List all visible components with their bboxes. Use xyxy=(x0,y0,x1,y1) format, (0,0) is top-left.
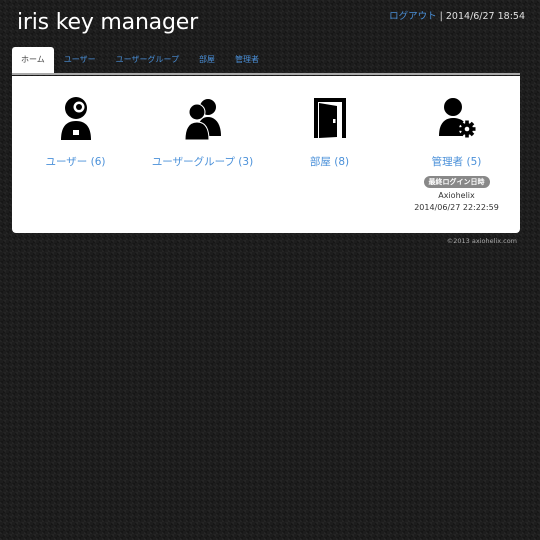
card-admins: 管理者 (5) 最終ログイン日時 Axiohelix 2014/06/27 22… xyxy=(393,76,520,212)
logout-link[interactable]: ログアウト xyxy=(389,11,437,22)
last-login-user: Axiohelix xyxy=(438,191,475,200)
user-id-icon[interactable] xyxy=(56,96,96,140)
tab-users[interactable]: ユーザー xyxy=(54,47,106,73)
topbar-separator: | xyxy=(436,11,446,22)
app-title: iris key manager xyxy=(17,10,198,35)
main-nav-tabs: ホーム ユーザー ユーザーグループ 部屋 管理者 xyxy=(12,47,520,75)
card-users-label[interactable]: ユーザー (6) xyxy=(12,154,139,169)
user-group-icon[interactable] xyxy=(183,96,223,140)
tab-admins[interactable]: 管理者 xyxy=(225,47,269,73)
card-user-groups-label[interactable]: ユーザーグループ (3) xyxy=(139,154,266,169)
last-login-badge: 最終ログイン日時 xyxy=(423,176,490,188)
card-users: ユーザー (6) xyxy=(12,76,139,169)
dashboard-panel: ユーザー (6) ユーザーグループ (3) 部屋 (8) 管理者 (5) 最終ロ… xyxy=(12,76,520,233)
door-icon[interactable] xyxy=(310,96,350,140)
admin-gear-icon[interactable] xyxy=(437,96,477,140)
card-rooms-label[interactable]: 部屋 (8) xyxy=(266,154,393,169)
card-user-groups: ユーザーグループ (3) xyxy=(139,76,266,169)
tab-rooms[interactable]: 部屋 xyxy=(189,47,225,73)
tab-user-groups[interactable]: ユーザーグループ xyxy=(106,47,189,73)
current-datetime: 2014/6/27 18:54 xyxy=(445,11,525,22)
tab-home[interactable]: ホーム xyxy=(12,47,54,73)
card-admins-label[interactable]: 管理者 (5) xyxy=(393,154,520,169)
card-rooms: 部屋 (8) xyxy=(266,76,393,169)
top-bar: ログアウト | 2014/6/27 18:54 xyxy=(389,8,525,22)
last-login-datetime: 2014/06/27 22:22:59 xyxy=(414,203,499,212)
footer-copyright: ©2013 axiohelix.com xyxy=(446,237,517,245)
